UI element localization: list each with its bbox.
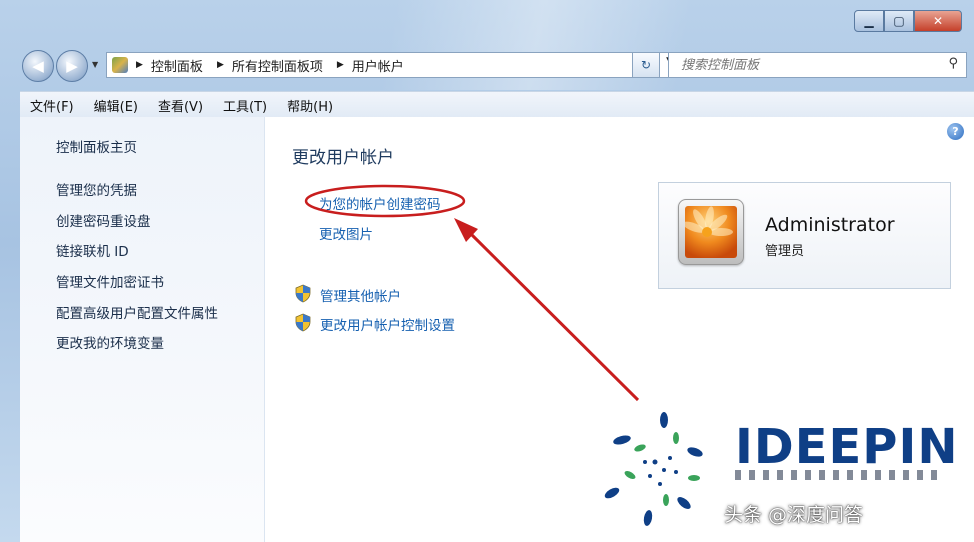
close-button[interactable]: ✕ (914, 10, 962, 32)
refresh-button[interactable]: ↻ (632, 52, 660, 78)
page-title: 更改用户帐户 (292, 148, 394, 168)
menu-bar: 文件(F) 编辑(E) 查看(V) 工具(T) 帮助(H) (20, 91, 974, 118)
menu-help[interactable]: 帮助(H) (277, 96, 343, 115)
search-icon[interactable]: ⚲ (948, 56, 958, 71)
sidebar-item-password-reset-disk[interactable]: 创建密码重设盘 (56, 210, 151, 230)
address-bar[interactable]: ▶控制面板 ▶所有控制面板项 ▶用户帐户 ▼ (106, 52, 680, 78)
breadcrumb-label: 用户帐户 (351, 59, 404, 75)
back-arrow-icon: ◀ (32, 57, 44, 75)
logo-tagline-decoration (735, 470, 943, 480)
create-password-link[interactable]: 为您的帐户创建密码 (319, 193, 441, 213)
menu-file[interactable]: 文件(F) (20, 96, 84, 115)
user-role: 管理员 (765, 244, 805, 259)
watermark-text: 头条 @深度问答 (724, 504, 864, 526)
menu-edit[interactable]: 编辑(E) (84, 96, 148, 115)
recent-pages-dropdown[interactable]: ▼ (92, 60, 98, 69)
user-name: Administrator (765, 214, 895, 236)
avatar[interactable] (678, 199, 744, 265)
breadcrumb-separator-icon: ▶ (136, 60, 143, 70)
forward-arrow-icon: ▶ (66, 57, 78, 75)
search-input[interactable] (679, 56, 933, 74)
uac-settings-link[interactable]: 更改用户帐户控制设置 (294, 313, 455, 334)
back-button[interactable]: ◀ (22, 50, 54, 82)
forward-button[interactable]: ▶ (56, 50, 88, 82)
help-icon[interactable]: ? (947, 123, 964, 140)
uac-settings-label: 更改用户帐户控制设置 (320, 318, 455, 334)
uac-shield-icon (295, 284, 311, 303)
breadcrumb-item[interactable]: ▶ 所有控制面板项 (215, 56, 335, 75)
control-panel-icon (112, 57, 128, 73)
window-caption-buttons: ▁ ▢ ✕ (854, 10, 962, 32)
search-box[interactable]: ⚲ (668, 52, 967, 78)
breadcrumb-label: 所有控制面板项 (231, 59, 323, 75)
breadcrumb-label: 控制面板 (150, 59, 203, 75)
sidebar-item-link-online-id[interactable]: 链接联机 ID (56, 240, 129, 260)
flower-petals-icon (685, 206, 733, 237)
logo-wordmark: IDEEPIN (735, 419, 959, 475)
sidebar-item-credentials[interactable]: 管理您的凭据 (56, 179, 137, 199)
breadcrumb-item[interactable]: ▶ 控制面板 (134, 56, 215, 75)
sidebar-item-environment-variables[interactable]: 更改我的环境变量 (56, 332, 164, 352)
menu-tools[interactable]: 工具(T) (213, 96, 277, 115)
minimize-button[interactable]: ▁ (854, 10, 884, 32)
sidebar-item-home[interactable]: 控制面板主页 (56, 136, 137, 156)
sidebar-item-profile-properties[interactable]: 配置高级用户配置文件属性 (56, 302, 218, 322)
uac-shield-icon (295, 313, 311, 332)
user-account-card: Administrator 管理员 (658, 182, 951, 289)
manage-other-accounts-label: 管理其他帐户 (320, 289, 401, 305)
breadcrumb-separator-icon: ▶ (336, 60, 344, 70)
change-picture-link[interactable]: 更改图片 (319, 223, 373, 243)
sidebar-item-encryption-certs[interactable]: 管理文件加密证书 (56, 271, 164, 291)
refresh-icon: ↻ (640, 58, 652, 72)
breadcrumb-item[interactable]: ▶ 用户帐户 (335, 56, 416, 75)
sidebar: 控制面板主页 管理您的凭据 创建密码重设盘 链接联机 ID 管理文件加密证书 配… (20, 117, 265, 542)
manage-other-accounts-link[interactable]: 管理其他帐户 (294, 284, 401, 305)
flower-picture-icon (685, 206, 737, 258)
maximize-button[interactable]: ▢ (884, 10, 914, 32)
menu-view[interactable]: 查看(V) (148, 96, 213, 115)
breadcrumb-separator-icon: ▶ (216, 60, 224, 70)
